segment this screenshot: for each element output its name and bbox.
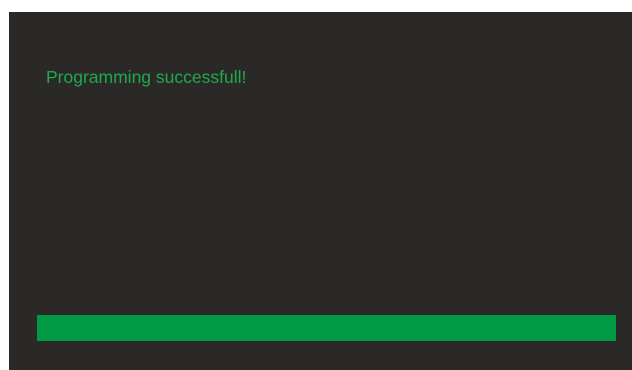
- progress-bar: [37, 315, 616, 341]
- status-message: Programming successfull!: [46, 67, 247, 87]
- programming-status-panel: Programming successfull!: [9, 12, 632, 370]
- progress-bar-fill: [37, 315, 616, 341]
